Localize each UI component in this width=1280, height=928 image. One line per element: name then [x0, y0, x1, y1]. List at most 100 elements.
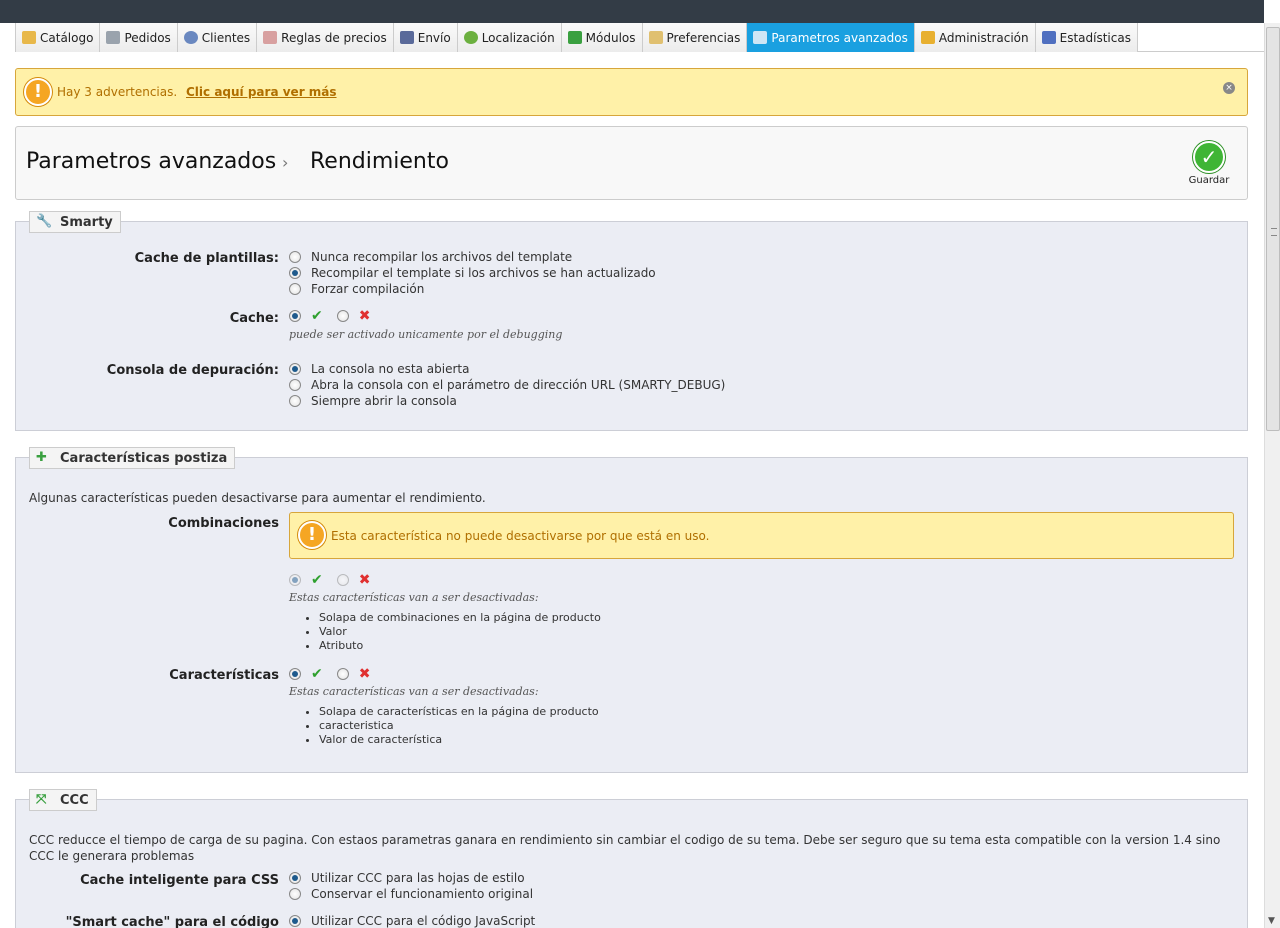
scrollbar-thumb[interactable] [1266, 27, 1280, 431]
tag-icon [263, 31, 278, 44]
nav-tab-orders[interactable]: Pedidos [100, 23, 178, 52]
warning-icon: ! [298, 521, 326, 549]
radio-force-compile[interactable] [289, 283, 301, 295]
nav-tab-administration[interactable]: Administración [914, 23, 1036, 52]
combinations-no-radio[interactable] [336, 574, 349, 586]
radio-ccc-js[interactable] [289, 915, 301, 927]
debug-console-option[interactable]: La consola no esta abierta [289, 361, 469, 377]
js-cache-label: "Smart cache" para el código [65, 915, 279, 928]
radio-ccc-css[interactable] [289, 872, 301, 884]
nav-tab-catalog[interactable]: Catálogo [15, 23, 101, 52]
cache-no-radio[interactable] [336, 310, 349, 322]
wrench-icon [753, 31, 768, 44]
list-item: Solapa de características en la página d… [319, 705, 599, 719]
breadcrumb-separator-icon: › [282, 153, 289, 172]
nav-tab-preferences[interactable]: Preferencias [642, 23, 748, 52]
nav-tab-stats[interactable]: Estadísticas [1035, 23, 1138, 52]
check-icon: ✔ [311, 308, 323, 324]
nav-tab-localization[interactable]: Localización [457, 23, 562, 52]
folder-icon [22, 31, 36, 44]
puzzle-icon [567, 31, 582, 44]
list-item: Solapa de combinaciones en la página de … [319, 611, 601, 625]
check-icon: ✔ [311, 666, 323, 682]
css-cache-option[interactable]: Utilizar CCC para las hojas de estilo [289, 870, 525, 886]
nav-tab-modules[interactable]: Módulos [561, 23, 643, 52]
cache-hint: puede ser activado unicamente por el deb… [289, 328, 563, 341]
compress-icon: ⤧ [36, 792, 47, 807]
scroll-down-icon[interactable]: ▼ [1268, 916, 1275, 926]
ccc-fieldset: ⤧ CCC CCC reducce el tiempo de carga de s… [15, 789, 1248, 928]
scrollbar-grip-icon [1271, 228, 1277, 236]
page-title: Rendimiento [310, 149, 449, 174]
cross-icon: ✖ [358, 308, 371, 324]
nav-tab-customers[interactable]: Clientes [177, 23, 258, 52]
list-item: caracteristica [319, 719, 599, 733]
combinations-yes-radio[interactable] [289, 574, 301, 586]
stats-icon [1041, 31, 1056, 44]
radio-css-original[interactable] [289, 888, 301, 900]
preferences-icon [648, 31, 663, 44]
cache-label: Cache: [229, 311, 279, 326]
save-button[interactable]: ✓ Guardar [1186, 141, 1232, 186]
warnings-text: Hay 3 advertencias. [57, 85, 178, 99]
nav-tab-price-rules[interactable]: Reglas de precios [257, 23, 394, 52]
warnings-alert: ! Hay 3 advertencias. Clic aquí para ver… [15, 68, 1248, 116]
radio-never-recompile[interactable] [289, 251, 301, 263]
key-icon [920, 31, 935, 44]
features-legend: ✚ Características postiza [29, 447, 236, 469]
breadcrumb-section[interactable]: Parametros avanzados [26, 149, 276, 174]
characteristics-no-radio[interactable] [336, 668, 349, 680]
features-description: Algunas características pueden desactiva… [29, 491, 486, 505]
smarty-legend: 🔧 Smarty [29, 211, 121, 233]
ccc-description: CCC reducce el tiempo de carga de su pag… [29, 833, 1221, 863]
template-cache-option[interactable]: Recompilar el template si los archivos s… [289, 265, 656, 281]
top-bar [0, 0, 1264, 23]
globe-icon [463, 31, 478, 44]
nav-tab-advanced-parameters[interactable]: Parametros avanzados [747, 23, 915, 52]
combinations-warning-text: Esta característica no puede desactivars… [331, 529, 710, 543]
characteristics-yes-radio[interactable] [289, 668, 301, 680]
combinations-hint: Estas características van a ser desactiv… [289, 591, 539, 604]
debug-console-label: Consola de depuración: [106, 363, 279, 378]
cross-icon: ✖ [358, 572, 371, 588]
radio-console-always[interactable] [289, 395, 301, 407]
template-cache-option[interactable]: Nunca recompilar los archivos del templa… [289, 249, 572, 265]
combinations-warning: ! Esta característica no puede desactiva… [289, 512, 1234, 559]
js-cache-option[interactable]: Utilizar CCC para el código JavaScript [289, 913, 535, 928]
debug-console-option[interactable]: Abra la consola con el parámetro de dire… [289, 377, 725, 393]
checkmark-icon: ✓ [1193, 141, 1225, 173]
radio-console-url-param[interactable] [289, 379, 301, 391]
template-cache-option[interactable]: Forzar compilación [289, 281, 424, 297]
ccc-legend: ⤧ CCC [29, 789, 97, 811]
cross-icon: ✖ [358, 666, 371, 682]
css-cache-label: Cache inteligente para CSS [80, 873, 279, 888]
close-icon[interactable]: × [1223, 82, 1235, 94]
smarty-fieldset: 🔧 Smarty Cache de plantillas: Nunca recom… [15, 211, 1248, 431]
cache-yes-radio[interactable] [289, 310, 301, 322]
show-warnings-link[interactable]: Clic aquí para ver más [186, 85, 337, 99]
list-item: Valor [319, 625, 601, 639]
combinations-list: Solapa de combinaciones en la página de … [319, 611, 601, 653]
cache-toggle: ✔ ✖ [289, 308, 370, 324]
features-fieldset: ✚ Características postiza Algunas caracte… [15, 447, 1248, 773]
characteristics-list: Solapa de características en la página d… [319, 705, 599, 747]
main-nav: Catálogo Pedidos Clientes Reglas de prec… [15, 23, 1264, 52]
radio-recompile-if-updated[interactable] [289, 267, 301, 279]
nav-tab-shipping[interactable]: Envío [393, 23, 458, 52]
puzzle-icon: ✚ [36, 450, 47, 465]
characteristics-toggle: ✔ ✖ [289, 666, 370, 682]
characteristics-label: Características [169, 668, 279, 683]
characteristics-hint: Estas características van a ser desactiv… [289, 685, 539, 698]
cart-icon [106, 31, 121, 44]
page-header: Parametros avanzados › Rendimiento ✓ Gua… [15, 126, 1248, 200]
radio-console-closed[interactable] [289, 363, 301, 375]
user-icon [183, 31, 198, 44]
list-item: Atributo [319, 639, 601, 653]
combinations-toggle: ✔ ✖ [289, 572, 370, 588]
combinations-label: Combinaciones [168, 516, 279, 531]
template-cache-label: Cache de plantillas: [134, 251, 279, 266]
css-cache-option[interactable]: Conservar el funcionamiento original [289, 886, 533, 902]
debug-console-option[interactable]: Siempre abrir la consola [289, 393, 457, 409]
warning-icon: ! [24, 78, 52, 106]
vertical-scrollbar[interactable]: ▼ [1264, 23, 1280, 928]
